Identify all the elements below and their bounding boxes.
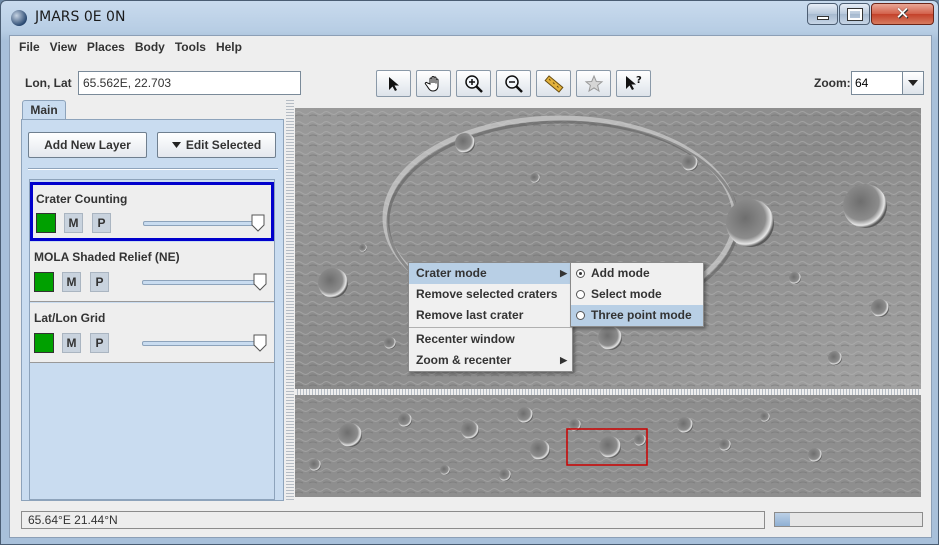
zoom-out-button[interactable] (496, 70, 531, 97)
menu-view[interactable]: View (45, 40, 82, 54)
progress-bar (774, 512, 923, 527)
lonlat-input[interactable] (78, 71, 301, 95)
slider-thumb[interactable] (253, 334, 267, 352)
add-new-layer-label: Add New Layer (44, 138, 131, 152)
zoom-in-icon (464, 74, 483, 93)
title-bar[interactable]: JMARS 0E 0N ✕ (1, 1, 938, 35)
status-bar-coordinates: 65.64°E 21.44°N (21, 511, 765, 529)
menu-item-remove-selected-craters[interactable]: Remove selected craters (409, 284, 572, 305)
edit-selected-label: Edit Selected (185, 138, 262, 152)
vertical-splitter[interactable] (286, 98, 294, 501)
window-title: JMARS 0E 0N (35, 9, 126, 25)
zoom-label: Zoom: (814, 76, 851, 90)
ruler-tool-button[interactable] (536, 70, 571, 97)
help-pointer-button[interactable]: ? (616, 70, 651, 97)
layer-color-swatch[interactable] (34, 333, 54, 353)
pan-tool-button[interactable] (416, 70, 451, 97)
menu-item-label: Add mode (591, 266, 650, 280)
close-button[interactable]: ✕ (871, 3, 934, 25)
zoom-dropdown-button[interactable] (902, 72, 923, 94)
triangle-down-icon (171, 142, 181, 148)
overview-panner-map[interactable] (295, 395, 921, 497)
zoom-out-icon (504, 74, 523, 93)
menu-item-label: Zoom & recenter (416, 353, 512, 367)
layer-list: Crater Counting M P MOLA Shaded Relief (… (29, 179, 275, 500)
radio-unselected-icon (576, 290, 585, 299)
panel-divider (28, 168, 278, 170)
submenu-arrow-icon: ▶ (560, 355, 567, 365)
menu-file[interactable]: File (14, 40, 45, 54)
map-context-menu: Crater mode ▶ Remove selected craters Re… (408, 262, 573, 372)
layer-row-lat-lon-grid[interactable]: Lat/Lon Grid M P (30, 303, 274, 363)
layer-panner-toggle[interactable]: P (92, 213, 111, 233)
close-icon: ✕ (895, 4, 910, 24)
submenu-arrow-icon: ▶ (560, 268, 567, 278)
zoom-select[interactable]: 64 (851, 71, 924, 95)
menu-item-label: Select mode (591, 287, 662, 301)
menu-tools[interactable]: Tools (170, 40, 211, 54)
layer-row-mola-shaded-relief[interactable]: MOLA Shaded Relief (NE) M P (30, 242, 274, 302)
investigate-star-icon (584, 74, 603, 92)
main-map-view[interactable] (295, 108, 921, 389)
investigate-tool-button[interactable] (576, 70, 611, 97)
chevron-down-icon (908, 80, 918, 86)
layer-color-swatch[interactable] (34, 272, 54, 292)
layer-main-toggle[interactable]: M (64, 213, 83, 233)
app-window: JMARS 0E 0N ✕ File View Places Body Tool… (0, 0, 939, 545)
layer-name: Lat/Lon Grid (34, 311, 106, 325)
layer-opacity-slider[interactable] (143, 221, 263, 226)
radio-selected-icon (576, 269, 585, 278)
mars-shaded-relief-map (295, 108, 921, 389)
layer-main-toggle[interactable]: M (62, 333, 81, 353)
layer-name: MOLA Shaded Relief (NE) (34, 250, 180, 264)
menu-item-crater-mode[interactable]: Crater mode ▶ (409, 263, 572, 284)
edit-selected-button[interactable]: Edit Selected (157, 132, 276, 158)
layer-color-swatch[interactable] (36, 213, 56, 233)
menu-item-label: Three point mode (591, 308, 692, 322)
menu-item-select-mode[interactable]: Select mode (571, 284, 703, 305)
layer-opacity-slider[interactable] (142, 280, 262, 285)
svg-text:?: ? (636, 75, 642, 86)
minimize-button[interactable] (807, 3, 838, 25)
layer-name: Crater Counting (36, 192, 128, 206)
zoom-in-button[interactable] (456, 70, 491, 97)
menu-bar: File View Places Body Tools Help (10, 36, 931, 58)
layer-manager-panel: Add New Layer Edit Selected Crater Count… (21, 119, 284, 501)
menu-item-zoom-recenter[interactable]: Zoom & recenter ▶ (409, 350, 572, 371)
radio-unselected-icon (576, 311, 585, 320)
minimize-icon (816, 16, 829, 20)
menu-item-remove-last-crater[interactable]: Remove last crater (409, 305, 572, 326)
pan-hand-icon (424, 75, 438, 92)
lonlat-label: Lon, Lat (25, 76, 72, 90)
menu-item-add-mode[interactable]: Add mode (571, 263, 703, 284)
crater-mode-submenu: Add mode Select mode Three point mode (570, 262, 704, 327)
menu-separator (409, 327, 572, 328)
pointer-help-icon: ? (625, 75, 642, 90)
menu-places[interactable]: Places (82, 40, 130, 54)
menu-item-three-point-mode[interactable]: Three point mode (571, 305, 703, 326)
layer-opacity-slider[interactable] (142, 341, 262, 346)
client-area: File View Places Body Tools Help Lon, La… (9, 35, 932, 538)
select-tool-button[interactable] (376, 70, 411, 97)
menu-help[interactable]: Help (211, 40, 247, 54)
zoom-value[interactable]: 64 (852, 72, 902, 94)
overview-relief-map (295, 395, 921, 497)
add-new-layer-button[interactable]: Add New Layer (28, 132, 147, 158)
layer-panner-toggle[interactable]: P (90, 272, 109, 292)
progress-bar-fill (775, 513, 790, 526)
layer-panner-toggle[interactable]: P (90, 333, 109, 353)
jmars-app-icon (11, 10, 27, 26)
slider-thumb[interactable] (251, 214, 265, 232)
slider-thumb[interactable] (253, 273, 267, 291)
select-arrow-icon (388, 76, 399, 91)
ruler-icon (543, 74, 564, 93)
layer-row-crater-counting[interactable]: Crater Counting M P (30, 182, 274, 241)
tab-main[interactable]: Main (22, 100, 66, 120)
menu-body[interactable]: Body (130, 40, 170, 54)
maximize-button[interactable] (839, 3, 870, 25)
menu-item-label: Crater mode (416, 266, 487, 280)
layer-main-toggle[interactable]: M (62, 272, 81, 292)
menu-item-recenter-window[interactable]: Recenter window (409, 329, 572, 350)
maximize-icon (846, 7, 863, 21)
